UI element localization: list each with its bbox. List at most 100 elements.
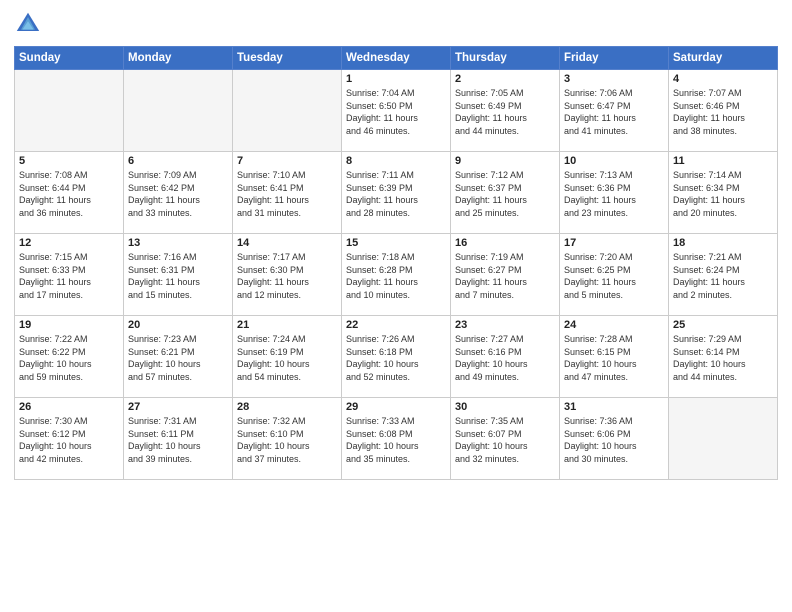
day-info: Sunrise: 7:29 AM Sunset: 6:14 PM Dayligh… xyxy=(673,333,773,383)
calendar-cell: 28 Sunrise: 7:32 AM Sunset: 6:10 PM Dayli… xyxy=(233,398,342,480)
calendar-cell: 31 Sunrise: 7:36 AM Sunset: 6:06 PM Dayli… xyxy=(560,398,669,480)
day-number: 4 xyxy=(673,73,773,85)
day-number: 3 xyxy=(564,73,664,85)
day-number: 6 xyxy=(128,155,228,167)
calendar-cell xyxy=(124,70,233,152)
column-header-sunday: Sunday xyxy=(15,47,124,70)
day-number: 30 xyxy=(455,401,555,413)
day-info: Sunrise: 7:19 AM Sunset: 6:27 PM Dayligh… xyxy=(455,251,555,301)
day-number: 25 xyxy=(673,319,773,331)
day-number: 7 xyxy=(237,155,337,167)
calendar-week-3: 19 Sunrise: 7:22 AM Sunset: 6:22 PM Dayli… xyxy=(15,316,778,398)
day-info: Sunrise: 7:35 AM Sunset: 6:07 PM Dayligh… xyxy=(455,415,555,465)
logo-icon xyxy=(14,10,42,38)
day-number: 1 xyxy=(346,73,446,85)
calendar-cell: 14 Sunrise: 7:17 AM Sunset: 6:30 PM Dayli… xyxy=(233,234,342,316)
calendar-header-row: SundayMondayTuesdayWednesdayThursdayFrid… xyxy=(15,47,778,70)
day-number: 5 xyxy=(19,155,119,167)
calendar-cell: 6Sunrise: 7:09 AM Sunset: 6:42 PM Daylig… xyxy=(124,152,233,234)
day-info: Sunrise: 7:10 AM Sunset: 6:41 PM Dayligh… xyxy=(237,169,337,219)
day-info: Sunrise: 7:31 AM Sunset: 6:11 PM Dayligh… xyxy=(128,415,228,465)
day-info: Sunrise: 7:04 AM Sunset: 6:50 PM Dayligh… xyxy=(346,87,446,137)
day-number: 2 xyxy=(455,73,555,85)
day-number: 17 xyxy=(564,237,664,249)
day-number: 21 xyxy=(237,319,337,331)
day-info: Sunrise: 7:30 AM Sunset: 6:12 PM Dayligh… xyxy=(19,415,119,465)
day-info: Sunrise: 7:17 AM Sunset: 6:30 PM Dayligh… xyxy=(237,251,337,301)
calendar-cell: 16Sunrise: 7:19 AM Sunset: 6:27 PM Dayli… xyxy=(451,234,560,316)
day-number: 22 xyxy=(346,319,446,331)
day-info: Sunrise: 7:20 AM Sunset: 6:25 PM Dayligh… xyxy=(564,251,664,301)
calendar-cell: 7 Sunrise: 7:10 AM Sunset: 6:41 PM Daylig… xyxy=(233,152,342,234)
day-number: 14 xyxy=(237,237,337,249)
calendar-cell: 9 Sunrise: 7:12 AM Sunset: 6:37 PM Daylig… xyxy=(451,152,560,234)
day-info: Sunrise: 7:22 AM Sunset: 6:22 PM Dayligh… xyxy=(19,333,119,383)
day-number: 15 xyxy=(346,237,446,249)
day-number: 29 xyxy=(346,401,446,413)
calendar-cell: 5 Sunrise: 7:08 AM Sunset: 6:44 PM Daylig… xyxy=(15,152,124,234)
day-info: Sunrise: 7:16 AM Sunset: 6:31 PM Dayligh… xyxy=(128,251,228,301)
day-info: Sunrise: 7:14 AM Sunset: 6:34 PM Dayligh… xyxy=(673,169,773,219)
column-header-thursday: Thursday xyxy=(451,47,560,70)
calendar-cell: 26 Sunrise: 7:30 AM Sunset: 6:12 PM Dayli… xyxy=(15,398,124,480)
day-info: Sunrise: 7:07 AM Sunset: 6:46 PM Dayligh… xyxy=(673,87,773,137)
day-number: 28 xyxy=(237,401,337,413)
day-info: Sunrise: 7:08 AM Sunset: 6:44 PM Dayligh… xyxy=(19,169,119,219)
logo xyxy=(14,10,46,38)
column-header-wednesday: Wednesday xyxy=(342,47,451,70)
calendar-week-4: 26 Sunrise: 7:30 AM Sunset: 6:12 PM Dayli… xyxy=(15,398,778,480)
calendar-cell: 2 Sunrise: 7:05 AM Sunset: 6:49 PM Daylig… xyxy=(451,70,560,152)
column-header-saturday: Saturday xyxy=(669,47,778,70)
page: SundayMondayTuesdayWednesdayThursdayFrid… xyxy=(0,0,792,612)
day-info: Sunrise: 7:06 AM Sunset: 6:47 PM Dayligh… xyxy=(564,87,664,137)
calendar-cell: 21Sunrise: 7:24 AM Sunset: 6:19 PM Dayli… xyxy=(233,316,342,398)
day-number: 18 xyxy=(673,237,773,249)
day-info: Sunrise: 7:18 AM Sunset: 6:28 PM Dayligh… xyxy=(346,251,446,301)
calendar-cell: 12Sunrise: 7:15 AM Sunset: 6:33 PM Dayli… xyxy=(15,234,124,316)
calendar-cell: 20 Sunrise: 7:23 AM Sunset: 6:21 PM Dayli… xyxy=(124,316,233,398)
day-info: Sunrise: 7:15 AM Sunset: 6:33 PM Dayligh… xyxy=(19,251,119,301)
calendar-cell: 13 Sunrise: 7:16 AM Sunset: 6:31 PM Dayli… xyxy=(124,234,233,316)
calendar-cell: 8Sunrise: 7:11 AM Sunset: 6:39 PM Daylig… xyxy=(342,152,451,234)
calendar-cell: 18Sunrise: 7:21 AM Sunset: 6:24 PM Dayli… xyxy=(669,234,778,316)
day-number: 20 xyxy=(128,319,228,331)
column-header-tuesday: Tuesday xyxy=(233,47,342,70)
column-header-friday: Friday xyxy=(560,47,669,70)
calendar-cell: 24 Sunrise: 7:28 AM Sunset: 6:15 PM Dayli… xyxy=(560,316,669,398)
day-info: Sunrise: 7:27 AM Sunset: 6:16 PM Dayligh… xyxy=(455,333,555,383)
day-number: 26 xyxy=(19,401,119,413)
day-info: Sunrise: 7:23 AM Sunset: 6:21 PM Dayligh… xyxy=(128,333,228,383)
calendar-cell: 17 Sunrise: 7:20 AM Sunset: 6:25 PM Dayli… xyxy=(560,234,669,316)
day-number: 9 xyxy=(455,155,555,167)
day-number: 8 xyxy=(346,155,446,167)
day-info: Sunrise: 7:05 AM Sunset: 6:49 PM Dayligh… xyxy=(455,87,555,137)
day-number: 11 xyxy=(673,155,773,167)
calendar-cell: 23 Sunrise: 7:27 AM Sunset: 6:16 PM Dayli… xyxy=(451,316,560,398)
calendar-cell: 30 Sunrise: 7:35 AM Sunset: 6:07 PM Dayli… xyxy=(451,398,560,480)
calendar-cell: 4 Sunrise: 7:07 AM Sunset: 6:46 PM Daylig… xyxy=(669,70,778,152)
calendar-cell: 15 Sunrise: 7:18 AM Sunset: 6:28 PM Dayli… xyxy=(342,234,451,316)
calendar-cell: 27 Sunrise: 7:31 AM Sunset: 6:11 PM Dayli… xyxy=(124,398,233,480)
day-number: 19 xyxy=(19,319,119,331)
calendar-cell xyxy=(669,398,778,480)
day-info: Sunrise: 7:28 AM Sunset: 6:15 PM Dayligh… xyxy=(564,333,664,383)
day-info: Sunrise: 7:36 AM Sunset: 6:06 PM Dayligh… xyxy=(564,415,664,465)
calendar-week-0: 1 Sunrise: 7:04 AM Sunset: 6:50 PM Daylig… xyxy=(15,70,778,152)
calendar-cell: 22Sunrise: 7:26 AM Sunset: 6:18 PM Dayli… xyxy=(342,316,451,398)
day-info: Sunrise: 7:32 AM Sunset: 6:10 PM Dayligh… xyxy=(237,415,337,465)
day-number: 24 xyxy=(564,319,664,331)
calendar-week-1: 5 Sunrise: 7:08 AM Sunset: 6:44 PM Daylig… xyxy=(15,152,778,234)
day-number: 31 xyxy=(564,401,664,413)
calendar-cell xyxy=(15,70,124,152)
calendar-cell: 19 Sunrise: 7:22 AM Sunset: 6:22 PM Dayli… xyxy=(15,316,124,398)
day-info: Sunrise: 7:12 AM Sunset: 6:37 PM Dayligh… xyxy=(455,169,555,219)
day-info: Sunrise: 7:33 AM Sunset: 6:08 PM Dayligh… xyxy=(346,415,446,465)
calendar-cell: 11 Sunrise: 7:14 AM Sunset: 6:34 PM Dayli… xyxy=(669,152,778,234)
calendar-cell: 10Sunrise: 7:13 AM Sunset: 6:36 PM Dayli… xyxy=(560,152,669,234)
day-number: 27 xyxy=(128,401,228,413)
calendar: SundayMondayTuesdayWednesdayThursdayFrid… xyxy=(14,46,778,480)
day-number: 10 xyxy=(564,155,664,167)
day-number: 13 xyxy=(128,237,228,249)
day-number: 23 xyxy=(455,319,555,331)
calendar-week-2: 12Sunrise: 7:15 AM Sunset: 6:33 PM Dayli… xyxy=(15,234,778,316)
